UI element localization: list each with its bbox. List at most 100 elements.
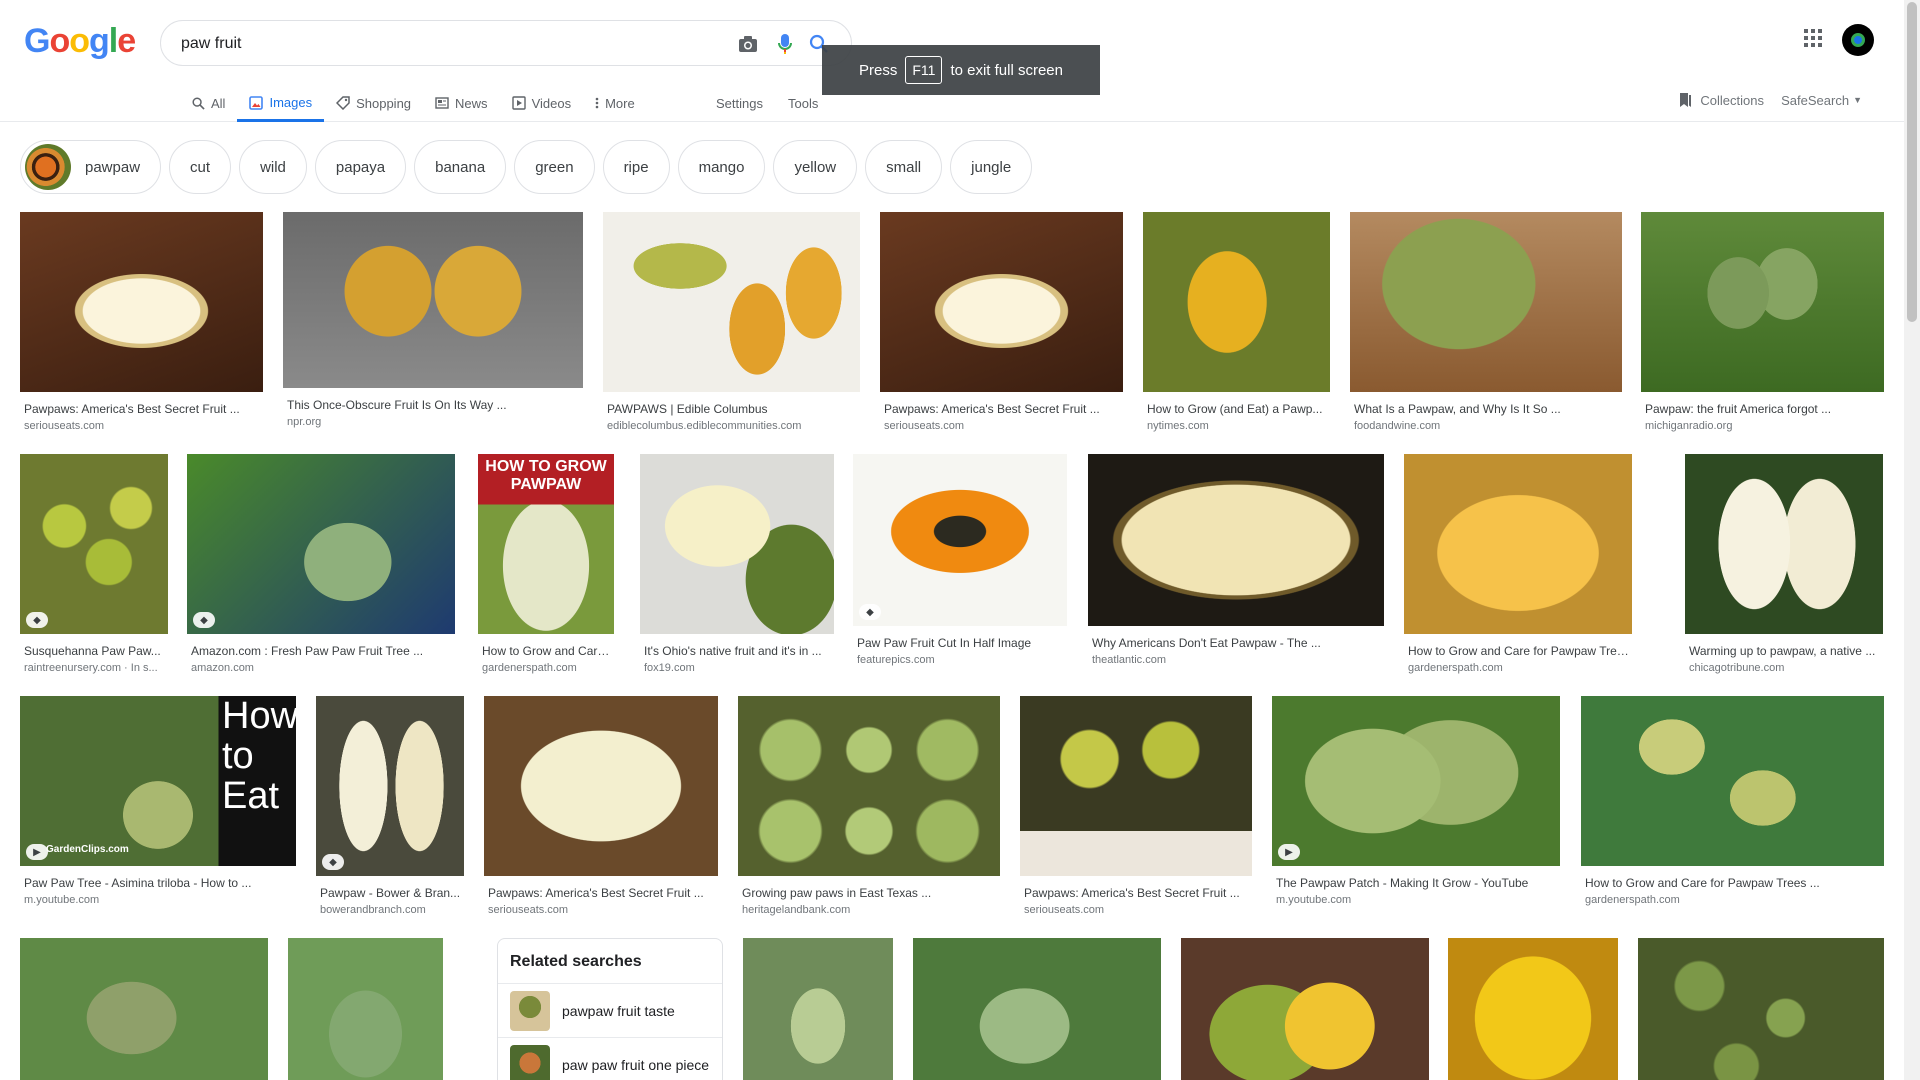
result-source[interactable]: seriouseats.com [1024, 904, 1252, 916]
result-title[interactable]: Pawpaws: America's Best Secret Fruit ... [884, 402, 1123, 416]
image-thumbnail[interactable] [640, 454, 834, 634]
image-thumbnail[interactable] [1350, 212, 1622, 392]
page-scrollbar[interactable] [1904, 0, 1920, 1080]
result-title[interactable]: What Is a Pawpaw, and Why Is It So ... [1354, 402, 1622, 416]
result-title[interactable]: This Once-Obscure Fruit Is On Its Way ..… [287, 398, 583, 412]
image-result[interactable]: Why Americans Don't Eat Pawpaw - The ...… [1088, 454, 1384, 686]
image-thumbnail[interactable] [20, 212, 263, 392]
result-source[interactable]: gardenerspath.com [1408, 662, 1632, 674]
result-title[interactable]: Paw Paw Tree - Asimina triloba - How to … [24, 876, 296, 890]
chip-pawpaw[interactable]: pawpaw [20, 140, 162, 194]
image-thumbnail[interactable] [1272, 696, 1560, 866]
image-result[interactable]: Growing paw paws in East Texas ... herita… [738, 696, 1000, 928]
result-source[interactable]: michiganradio.org [1645, 420, 1884, 432]
image-result[interactable]: ◆ Susquehanna Paw Paw... raintreenursery.c… [20, 454, 168, 686]
result-title[interactable]: Why Americans Don't Eat Pawpaw - The ... [1092, 636, 1384, 650]
image-result[interactable]: What Is a Pawpaw, and Why Is It So ... fo… [1350, 212, 1622, 444]
result-source[interactable]: m.youtube.com [1276, 894, 1560, 906]
image-thumbnail[interactable] [880, 212, 1123, 392]
result-source[interactable]: chicagotribune.com [1689, 662, 1883, 674]
tools-link[interactable]: Tools [788, 86, 818, 120]
image-result[interactable]: How to Grow (and Eat) a Pawp... nytimes.c… [1143, 212, 1330, 444]
image-thumbnail[interactable] [853, 454, 1067, 626]
image-result[interactable]: Pawpaws: America's Best Secret Fruit ...… [20, 212, 263, 444]
image-result[interactable] [288, 938, 443, 1080]
tab-videos[interactable]: Videos [500, 86, 584, 120]
camera-icon[interactable] [736, 32, 760, 56]
image-thumbnail[interactable] [283, 212, 583, 388]
chip-jungle[interactable]: jungle [950, 140, 1033, 194]
image-result[interactable]: Pawpaws: America's Best Secret Fruit ...… [1020, 696, 1252, 928]
result-title[interactable]: How to Grow and Care for Pawpaw Trees ..… [1585, 876, 1884, 890]
image-thumbnail[interactable]: HOW TO GROW PAWPAW [478, 454, 614, 634]
result-source[interactable]: gardenerspath.com [1585, 894, 1884, 906]
result-title[interactable]: Susquehanna Paw Paw... [24, 644, 168, 658]
image-result[interactable]: ◆ Pawpaw - Bower & Bran... bowerandbranch.… [316, 696, 464, 928]
image-result[interactable] [1638, 938, 1884, 1080]
image-thumbnail[interactable] [913, 938, 1161, 1080]
image-thumbnail[interactable] [316, 696, 464, 876]
settings-link[interactable]: Settings [716, 86, 763, 120]
image-thumbnail[interactable] [1448, 938, 1618, 1080]
chip-green[interactable]: green [514, 140, 595, 194]
collections-link[interactable]: Collections [1678, 88, 1764, 112]
image-thumbnail[interactable] [1685, 454, 1883, 634]
result-source[interactable]: seriouseats.com [488, 904, 718, 916]
tab-images[interactable]: Images [237, 86, 325, 122]
image-result[interactable]: How to Eat a Paw Paw GardenClips.com▶ Paw … [20, 696, 296, 928]
related-search-item[interactable]: paw paw fruit one piece [498, 1037, 722, 1080]
chip-papaya[interactable]: papaya [314, 140, 407, 194]
image-result[interactable]: ◆ Amazon.com : Fresh Paw Paw Fruit Tree .… [187, 454, 455, 686]
image-thumbnail[interactable] [743, 938, 893, 1080]
image-result[interactable]: This Once-Obscure Fruit Is On Its Way ..… [283, 212, 583, 444]
image-thumbnail[interactable] [1581, 696, 1884, 866]
image-result[interactable]: Warming up to pawpaw, a native ... chicag… [1685, 454, 1883, 686]
result-title[interactable]: How to Grow and Care for Pawpaw Trees ..… [1408, 644, 1632, 658]
result-title[interactable]: Pawpaws: America's Best Secret Fruit ... [1024, 886, 1252, 900]
image-result[interactable] [913, 938, 1161, 1080]
account-avatar[interactable] [1842, 24, 1874, 56]
image-result[interactable]: ▶ The Pawpaw Patch - Making It Grow - You… [1272, 696, 1560, 928]
result-title[interactable]: Pawpaws: America's Best Secret Fruit ... [488, 886, 718, 900]
result-title[interactable]: It's Ohio's native fruit and it's in ... [644, 644, 834, 658]
image-result[interactable] [20, 938, 268, 1080]
image-thumbnail[interactable] [484, 696, 718, 876]
result-source[interactable]: fox19.com [644, 662, 834, 674]
result-title[interactable]: Pawpaw - Bower & Bran... [320, 886, 464, 900]
result-source[interactable]: heritagelandbank.com [742, 904, 1000, 916]
result-source[interactable]: seriouseats.com [24, 420, 263, 432]
tab-all[interactable]: All [180, 86, 237, 120]
image-thumbnail[interactable] [1641, 212, 1884, 392]
image-result[interactable]: How to Grow and Care for Pawpaw Trees ..… [1581, 696, 1884, 928]
result-title[interactable]: Warming up to pawpaw, a native ... [1689, 644, 1883, 658]
chip-ripe[interactable]: ripe [602, 140, 670, 194]
image-result[interactable]: It's Ohio's native fruit and it's in ...… [640, 454, 834, 686]
result-source[interactable]: bowerandbranch.com [320, 904, 464, 916]
result-source[interactable]: ediblecolumbus.ediblecommunities.com [607, 420, 860, 432]
image-result[interactable]: Pawpaws: America's Best Secret Fruit ...… [484, 696, 718, 928]
result-source[interactable]: featurepics.com [857, 654, 1067, 666]
result-title[interactable]: Pawpaw: the fruit America forgot ... [1645, 402, 1884, 416]
result-source[interactable]: foodandwine.com [1354, 420, 1622, 432]
image-result[interactable]: Pawpaw: the fruit America forgot ... mich… [1641, 212, 1884, 444]
image-thumbnail[interactable] [1404, 454, 1632, 634]
chip-wild[interactable]: wild [239, 140, 307, 194]
result-source[interactable]: theatlantic.com [1092, 654, 1384, 666]
image-thumbnail[interactable] [187, 454, 455, 634]
image-thumbnail[interactable] [20, 938, 268, 1080]
result-title[interactable]: How to Grow (and Eat) a Pawp... [1147, 402, 1330, 416]
image-result[interactable]: PAWPAWS | Edible Columbus ediblecolumbus.… [603, 212, 860, 444]
result-source[interactable]: nytimes.com [1147, 420, 1330, 432]
result-title[interactable]: Pawpaws: America's Best Secret Fruit ... [24, 402, 263, 416]
result-source[interactable]: m.youtube.com [24, 894, 296, 906]
safesearch-dropdown[interactable]: SafeSearch ▼ [1781, 88, 1862, 112]
image-result[interactable] [743, 938, 893, 1080]
tab-more[interactable]: More [583, 86, 647, 120]
image-thumbnail[interactable] [1638, 938, 1884, 1080]
search-input[interactable] [181, 32, 701, 56]
scrollbar-thumb[interactable] [1907, 2, 1917, 322]
result-source[interactable]: raintreenursery.com · In s... [24, 662, 168, 674]
chip-banana[interactable]: banana [414, 140, 507, 194]
apps-grid-icon[interactable] [1804, 28, 1822, 52]
result-title[interactable]: Growing paw paws in East Texas ... [742, 886, 1000, 900]
